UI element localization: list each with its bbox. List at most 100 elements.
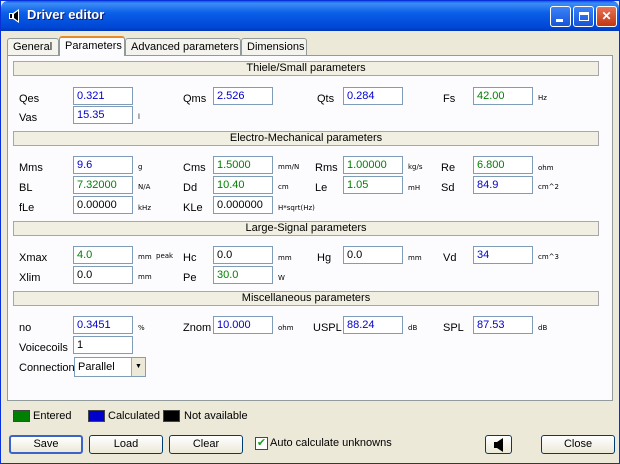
qes-label: Qes [19, 93, 40, 105]
fle-label: fLe [19, 202, 35, 214]
minimize-button[interactable] [550, 6, 571, 27]
auto-calculate-label: Auto calculate unknowns [270, 437, 392, 449]
kle-field[interactable]: 0.000000 [213, 196, 273, 214]
re-field[interactable]: 6.800 [473, 156, 533, 174]
clear-button[interactable]: Clear [169, 435, 243, 454]
maximize-icon [579, 12, 589, 21]
close-icon: ✕ [601, 9, 612, 23]
pe-field[interactable]: 30.0 [213, 266, 273, 284]
minimize-icon [556, 19, 563, 22]
qms-label: Qms [183, 93, 207, 105]
close-window-button[interactable]: ✕ [596, 6, 617, 27]
tab-parameters[interactable]: Parameters [59, 36, 125, 56]
vd-unit: cm^3 [538, 253, 559, 261]
calculated-swatch [88, 410, 105, 422]
xmax-peak-note: peak [156, 252, 174, 260]
fle-unit: kHz [138, 204, 151, 212]
pe-unit: W [278, 274, 285, 282]
title-bar[interactable]: Driver editor ✕ [1, 1, 619, 31]
kle-unit: H*sqrt(Hz) [278, 204, 315, 212]
voicecoils-field[interactable]: 1 [73, 336, 133, 354]
section-miscellaneous: Miscellaneous parameters [13, 291, 599, 306]
spl-unit: dB [538, 324, 548, 332]
bl-label: BL [19, 182, 33, 194]
xmax-label: Xmax [19, 252, 48, 264]
uspl-unit: dB [408, 324, 418, 332]
chevron-down-icon[interactable]: ▼ [131, 358, 145, 376]
not-available-swatch [163, 410, 180, 422]
section-large-signal: Large-Signal parameters [13, 221, 599, 236]
le-unit: mH [408, 184, 421, 192]
rms-label: Rms [315, 162, 338, 174]
tab-advanced-parameters[interactable]: Advanced parameters [125, 38, 241, 55]
xlim-label: Xlim [19, 272, 41, 284]
dd-field[interactable]: 10.40 [213, 176, 273, 194]
section-thiele-small: Thiele/Small parameters [13, 61, 599, 76]
auto-calculate-checkbox[interactable]: ✔ [255, 437, 268, 450]
sd-unit: cm^2 [538, 183, 559, 191]
vas-label: Vas [19, 112, 38, 124]
window-title: Driver editor [27, 7, 105, 22]
hc-label: Hc [183, 252, 197, 264]
kle-label: KLe [183, 202, 203, 214]
vd-field[interactable]: 34 [473, 246, 533, 264]
close-button[interactable]: Close [541, 435, 615, 454]
no-label: no [19, 322, 32, 334]
hg-unit: mm [408, 254, 422, 262]
znom-label: Znom [183, 322, 212, 334]
rms-field[interactable]: 1.00000 [343, 156, 403, 174]
uspl-field[interactable]: 88.24 [343, 316, 403, 334]
tab-general[interactable]: General [7, 38, 59, 55]
vas-unit: l [138, 113, 140, 121]
connection-select[interactable]: Parallel ▼ [74, 357, 146, 377]
hc-unit: mm [278, 254, 292, 262]
vas-field[interactable]: 15.35 [73, 106, 133, 124]
legend-calculated: Calculated [108, 410, 160, 422]
save-button[interactable]: Save [9, 435, 83, 454]
hg-field[interactable]: 0.0 [343, 246, 403, 264]
mms-label: Mms [19, 162, 43, 174]
legend-entered: Entered [33, 410, 72, 422]
xmax-unit: mm [138, 253, 152, 261]
no-unit: % [138, 324, 145, 332]
xmax-field[interactable]: 4.0 [73, 246, 133, 264]
fs-label: Fs [443, 93, 456, 105]
speaker-button[interactable] [485, 435, 512, 454]
re-label: Re [441, 162, 456, 174]
fle-field[interactable]: 0.00000 [73, 196, 133, 214]
vd-label: Vd [443, 252, 457, 264]
connection-value: Parallel [78, 361, 115, 373]
section-electro-mechanical: Electro-Mechanical parameters [13, 131, 599, 146]
znom-field[interactable]: 10.000 [213, 316, 273, 334]
xlim-field[interactable]: 0.0 [73, 266, 133, 284]
cms-label: Cms [183, 162, 206, 174]
uspl-label: USPL [313, 322, 342, 334]
qms-field[interactable]: 2.526 [213, 87, 273, 105]
hc-field[interactable]: 0.0 [213, 246, 273, 264]
cms-field[interactable]: 1.5000 [213, 156, 273, 174]
le-field[interactable]: 1.05 [343, 176, 403, 194]
rms-unit: kg/s [408, 163, 423, 171]
bl-field[interactable]: 7.32000 [73, 176, 133, 194]
entered-swatch [13, 410, 30, 422]
dd-unit: cm [278, 183, 289, 191]
qts-field[interactable]: 0.284 [343, 87, 403, 105]
pe-label: Pe [183, 272, 197, 284]
driver-editor-window: Driver editor ✕ General Parameters Advan… [0, 0, 620, 464]
cms-unit: mm/N [278, 163, 300, 171]
tab-dimensions[interactable]: Dimensions [241, 38, 307, 55]
mms-unit: g [138, 163, 143, 171]
xlim-unit: mm [138, 273, 152, 281]
fs-field[interactable]: 42.00 [473, 87, 533, 105]
maximize-button[interactable] [573, 6, 594, 27]
spl-label: SPL [443, 322, 464, 334]
sd-field[interactable]: 84.9 [473, 176, 533, 194]
legend-not-available: Not available [184, 410, 248, 422]
mms-field[interactable]: 9.6 [73, 156, 133, 174]
qes-field[interactable]: 0.321 [73, 87, 133, 105]
spl-field[interactable]: 87.53 [473, 316, 533, 334]
no-field[interactable]: 0.3451 [73, 316, 133, 334]
load-button[interactable]: Load [89, 435, 163, 454]
speaker-icon [493, 438, 503, 452]
hg-label: Hg [317, 252, 332, 264]
